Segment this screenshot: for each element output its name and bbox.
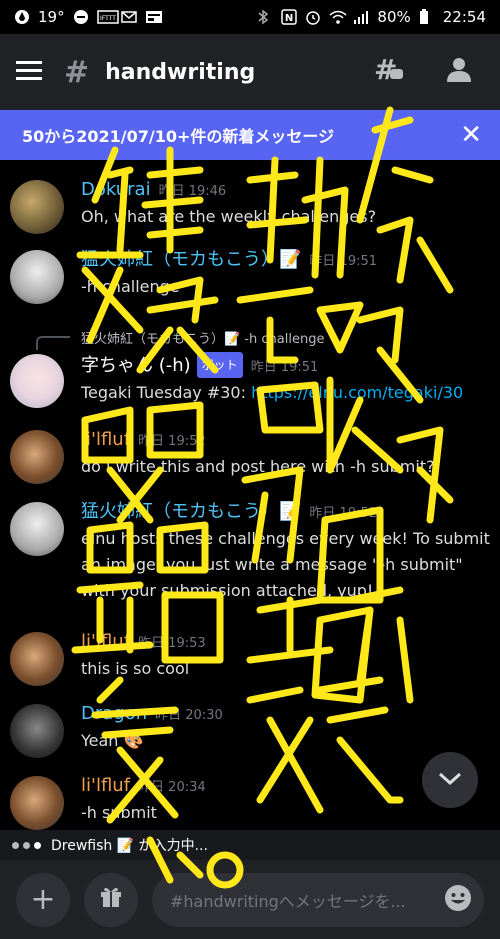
message: 猛火姉紅（モカもこう）📝 -h challenge 字ちゃん (-h) ボット 昨日… bbox=[0, 328, 500, 408]
message-text: Tegaki Tuesday #30: https://elnu.com/teg… bbox=[81, 383, 464, 402]
add-attachment-button[interactable]: + bbox=[16, 872, 70, 927]
battery-icon bbox=[419, 9, 435, 25]
avatar[interactable] bbox=[10, 250, 64, 304]
clock: 22:54 bbox=[442, 8, 486, 26]
reply-preview[interactable]: 猛火姉紅（モカもこう）📝 -h challenge bbox=[81, 328, 492, 347]
reply-connector bbox=[36, 336, 70, 350]
hash-icon: # bbox=[64, 54, 90, 90]
message-input[interactable]: #handwritingへメッセージを... bbox=[152, 872, 484, 927]
message-text: Oh, what are the weekly challenges? bbox=[81, 207, 377, 226]
typing-text: Drewfish 📝 が入力中... bbox=[51, 838, 208, 854]
channel-header: # handwriting # bbox=[0, 34, 500, 110]
message-text: -h challenge bbox=[81, 277, 180, 296]
message: 猛火姉紅（モカもこう）📝 昨日 19:52 elnu hosts these ch… bbox=[0, 500, 500, 620]
timestamp: 昨日 19:51 bbox=[250, 360, 319, 375]
temperature: 19° bbox=[38, 8, 65, 26]
avatar[interactable] bbox=[10, 430, 64, 484]
nfc-icon: N bbox=[281, 9, 298, 25]
timestamp: 昨日 19:51 bbox=[309, 254, 378, 269]
message: li'lfluf 昨日 19:53 this is so cool bbox=[0, 630, 500, 692]
message: li'lfluf 昨日 19:52 do i write this and pos… bbox=[0, 428, 500, 490]
channel-title: handwriting bbox=[105, 59, 256, 85]
avatar[interactable] bbox=[10, 354, 64, 408]
message-text: elnu hosts these challenges every week! … bbox=[81, 529, 490, 600]
timestamp: 昨日 20:30 bbox=[155, 708, 223, 723]
timestamp: 昨日 19:46 bbox=[158, 184, 227, 199]
reply-text: -h challenge bbox=[244, 332, 325, 347]
wifi-icon bbox=[329, 9, 347, 25]
emoji-icon[interactable] bbox=[444, 884, 472, 916]
author-name[interactable]: li'lfluf bbox=[81, 631, 130, 652]
avatar[interactable] bbox=[10, 502, 64, 556]
banner-text: 50から2021/07/10+件の新着メッセージ bbox=[22, 127, 335, 146]
message-link[interactable]: https://elnu.com/tegaki/30 bbox=[251, 383, 463, 402]
avatar[interactable] bbox=[10, 180, 64, 234]
message: Dragon 昨日 20:30 Yeah 🎨 bbox=[0, 702, 500, 764]
svg-text:N: N bbox=[285, 13, 293, 24]
message-text: Yeah 🎨 bbox=[81, 731, 144, 750]
bot-badge: ボット bbox=[196, 352, 243, 378]
author-name[interactable]: 猛火姉紅（モカもこう）📝 bbox=[81, 501, 301, 522]
status-bar: 19° IFTTT N 80% 22:54 bbox=[0, 0, 500, 34]
author-name[interactable]: 猛火姉紅（モカもこう）📝 bbox=[81, 249, 301, 270]
members-icon[interactable] bbox=[444, 55, 474, 89]
timestamp: 昨日 19:52 bbox=[138, 434, 206, 449]
ifttt-icon: IFTTT bbox=[96, 9, 119, 25]
message-text: -h submit bbox=[81, 803, 157, 822]
author-name[interactable]: Dragon bbox=[81, 703, 147, 724]
svg-text:IFTTT: IFTTT bbox=[100, 15, 116, 22]
battery-percent: 80% bbox=[377, 8, 411, 26]
plus-icon: + bbox=[30, 882, 56, 917]
typing-indicator: Drewfish 📝 が入力中... bbox=[0, 830, 500, 860]
avatar[interactable] bbox=[10, 632, 64, 686]
message-text: do i write this and post here with -h su… bbox=[81, 457, 435, 476]
gift-button[interactable] bbox=[84, 872, 138, 927]
message-input-placeholder: #handwritingへメッセージを... bbox=[170, 891, 406, 911]
close-icon[interactable]: ✕ bbox=[460, 120, 482, 150]
drop-icon bbox=[14, 9, 30, 25]
bluetooth-icon bbox=[257, 9, 273, 25]
timestamp: 昨日 20:34 bbox=[138, 780, 206, 795]
message-text: this is so cool bbox=[81, 659, 190, 678]
message-list[interactable]: Dokurai 昨日 19:46 Oh, what are the weekly … bbox=[0, 160, 500, 830]
author-name[interactable]: Dokurai bbox=[81, 179, 151, 200]
threads-icon[interactable]: # bbox=[374, 53, 404, 89]
minus-circle-icon bbox=[73, 9, 89, 25]
new-messages-banner[interactable]: 50から2021/07/10+件の新着メッセージ ✕ bbox=[0, 110, 500, 160]
reply-author: 猛火姉紅（モカもこう）📝 bbox=[81, 332, 241, 347]
author-name[interactable]: li'lfluf bbox=[81, 429, 130, 450]
avatar[interactable] bbox=[10, 704, 64, 758]
scroll-to-bottom-button[interactable] bbox=[422, 752, 478, 808]
message: 猛火姉紅（モカもこう）📝 昨日 19:51 -h challenge bbox=[0, 248, 500, 310]
alarm-icon bbox=[305, 9, 321, 25]
hamburger-icon[interactable] bbox=[16, 60, 42, 84]
timestamp: 昨日 19:53 bbox=[138, 636, 206, 651]
message: Dokurai 昨日 19:46 Oh, what are the weekly … bbox=[0, 178, 500, 240]
author-name[interactable]: li'lfluf bbox=[81, 775, 130, 796]
avatar[interactable] bbox=[10, 776, 64, 830]
mail-icon bbox=[120, 9, 137, 25]
chevron-down-icon bbox=[438, 771, 462, 790]
news-icon bbox=[145, 9, 162, 25]
typing-dots-icon bbox=[12, 841, 41, 849]
signal-icon bbox=[353, 9, 369, 25]
gift-icon bbox=[98, 882, 124, 917]
timestamp: 昨日 19:52 bbox=[309, 506, 378, 521]
message-composer: + #handwritingへメッセージを... bbox=[0, 860, 500, 939]
author-name[interactable]: 字ちゃん (-h) bbox=[81, 355, 191, 376]
